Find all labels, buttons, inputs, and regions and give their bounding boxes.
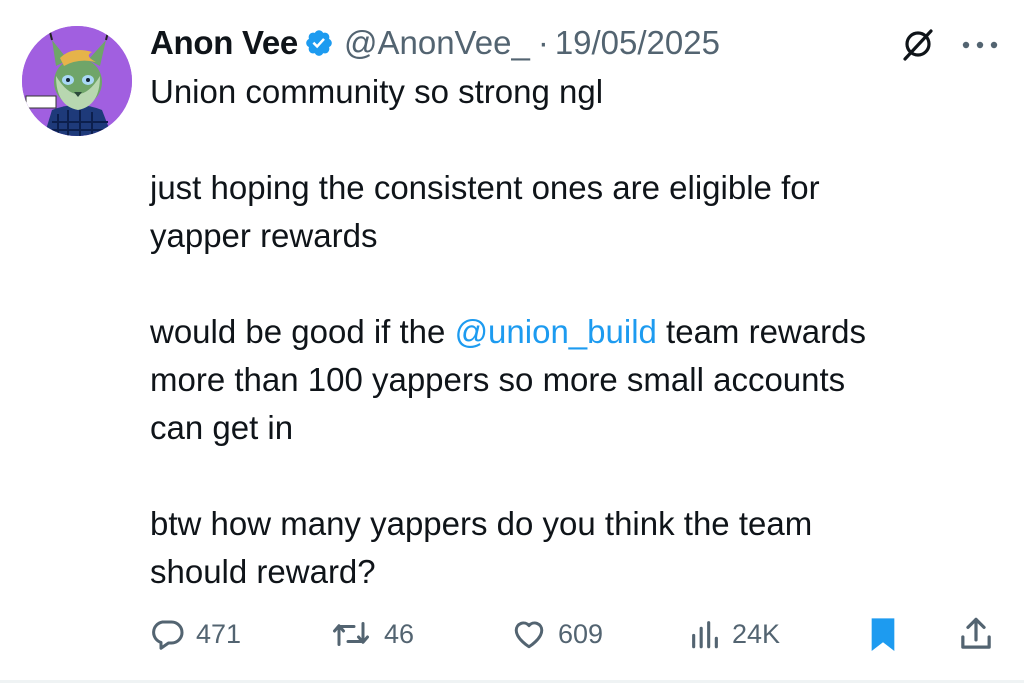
tweet-paragraph-2-line-2: yapper rewards [150, 217, 378, 254]
views-icon [688, 616, 722, 652]
share-icon [958, 615, 994, 653]
like-button[interactable]: 609 [510, 612, 603, 656]
header-separator: · [537, 24, 549, 61]
more-options-icon[interactable] [960, 38, 1000, 50]
tweet-text: Union community so strong ngl just hopin… [150, 68, 1000, 596]
tweet-paragraph-3-line-1: would be good if the @union_build team r… [150, 308, 1000, 356]
text-fragment: would be good if the [150, 313, 455, 350]
tweet-header: Anon Vee @AnonVee_ · 19/05/2025 [150, 18, 720, 68]
tweet-paragraph-3-line-2: more than 100 yappers so more small acco… [150, 361, 846, 398]
tweet-paragraph-4-line-1: btw how many yappers do you think the te… [150, 505, 813, 542]
author-name[interactable]: Anon Vee [150, 24, 298, 62]
action-bar: 471 46 609 24K [148, 612, 1008, 656]
repost-button[interactable]: 46 [328, 612, 414, 656]
reply-button[interactable]: 471 [148, 612, 241, 656]
like-count: 609 [558, 618, 604, 649]
views-button[interactable]: 24K [688, 612, 780, 656]
share-button[interactable] [958, 612, 994, 656]
grok-icon[interactable] [900, 26, 936, 62]
tweet-paragraph-4-line-2: should reward? [150, 553, 376, 590]
reply-icon [148, 616, 186, 652]
repost-count: 46 [384, 618, 415, 649]
tweet-paragraph-1: Union community so strong ngl [150, 73, 604, 110]
tweet-paragraph-3-line-3: can get in [150, 409, 294, 446]
avatar[interactable] [22, 26, 132, 136]
tweet-paragraph-2-line-1: just hoping the consistent ones are elig… [150, 169, 820, 206]
avatar-image [22, 26, 132, 136]
mention-link[interactable]: @union_build [455, 313, 657, 350]
reply-count: 471 [196, 618, 242, 649]
views-count: 24K [732, 618, 781, 649]
author-handle[interactable]: @AnonVee_ [344, 24, 530, 62]
bookmark-icon [866, 615, 900, 653]
repost-icon [328, 616, 374, 652]
like-icon [510, 616, 548, 652]
verified-badge-icon [304, 28, 334, 58]
bookmark-button[interactable] [866, 612, 900, 656]
tweet-card: Anon Vee @AnonVee_ · 19/05/2025 Union co… [0, 0, 1024, 683]
text-fragment: team rewards [656, 313, 866, 350]
tweet-date[interactable]: 19/05/2025 [555, 24, 720, 62]
